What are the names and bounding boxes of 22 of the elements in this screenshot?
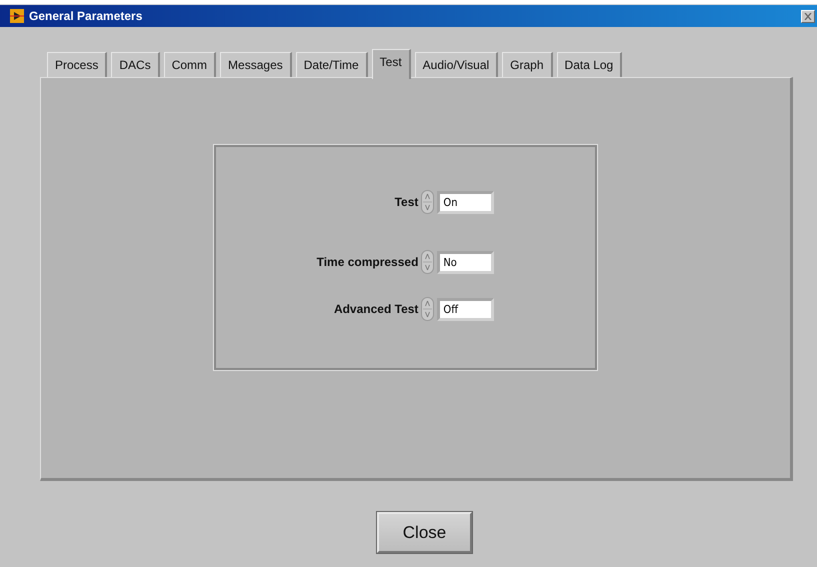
setting-label: Test (394, 195, 418, 209)
spinner-icon[interactable] (421, 250, 434, 274)
close-button[interactable]: Close (377, 512, 472, 553)
spinner-icon[interactable] (421, 190, 434, 214)
tab[interactable]: Comm (164, 52, 216, 77)
value-field[interactable]: Off (437, 298, 494, 320)
tab[interactable]: Test (372, 49, 411, 79)
tab[interactable]: Data Log (556, 52, 622, 77)
tab[interactable]: Audio/Visual (414, 52, 498, 77)
tab[interactable]: Messages (220, 52, 292, 77)
setting-label: Advanced Test (334, 302, 418, 316)
setting-label: Time compressed (316, 255, 418, 269)
value-field[interactable]: No (437, 250, 494, 274)
tab[interactable]: Date/Time (296, 52, 368, 77)
close-icon[interactable] (801, 10, 815, 22)
window-title: General Parameters (29, 9, 144, 23)
value-field[interactable]: On (437, 190, 494, 214)
tab[interactable]: Process (47, 52, 108, 77)
tab[interactable]: Graph (502, 52, 553, 77)
app-icon (10, 9, 24, 23)
tab[interactable]: DACs (111, 52, 160, 77)
spinner-icon[interactable] (421, 297, 434, 321)
